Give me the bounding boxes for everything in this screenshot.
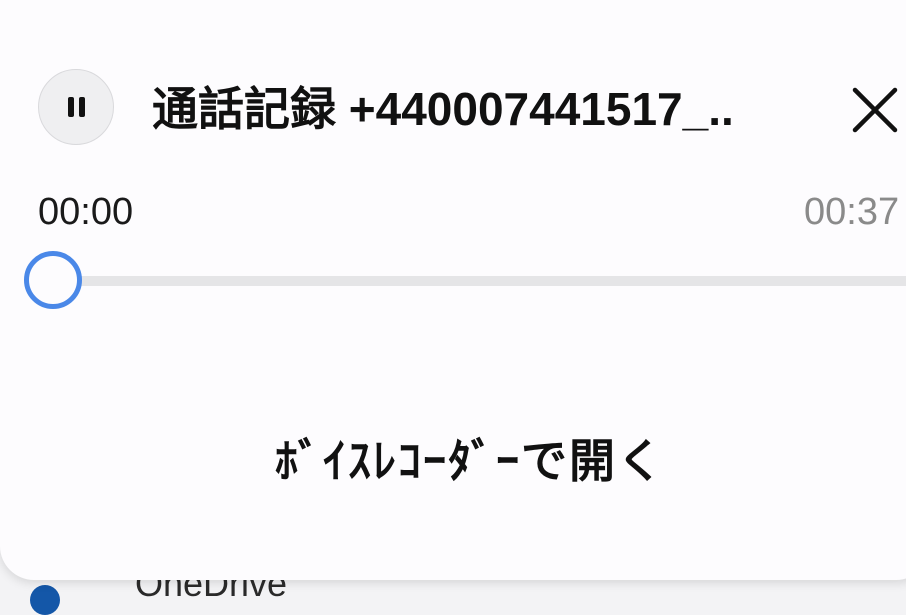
pause-icon-bar (78, 97, 85, 117)
close-icon (852, 87, 898, 133)
recording-title: 通話記録 +440007441517_.. (152, 83, 734, 135)
seek-track[interactable] (52, 276, 906, 286)
pause-icon (67, 97, 74, 117)
pause-button[interactable] (38, 69, 114, 145)
audio-player-sheet: 通話記録 +440007441517_.. 00:00 00:37 ﾎﾞｲｽﾚｺ… (0, 0, 906, 580)
close-button[interactable] (845, 80, 905, 140)
seek-thumb[interactable] (24, 251, 82, 309)
open-in-voice-recorder-button[interactable]: ﾎﾞｲｽﾚｺｰﾀﾞｰで開く (200, 420, 740, 496)
onedrive-icon (30, 585, 60, 615)
total-duration: 00:37 (804, 191, 900, 233)
current-time: 00:00 (38, 191, 134, 233)
